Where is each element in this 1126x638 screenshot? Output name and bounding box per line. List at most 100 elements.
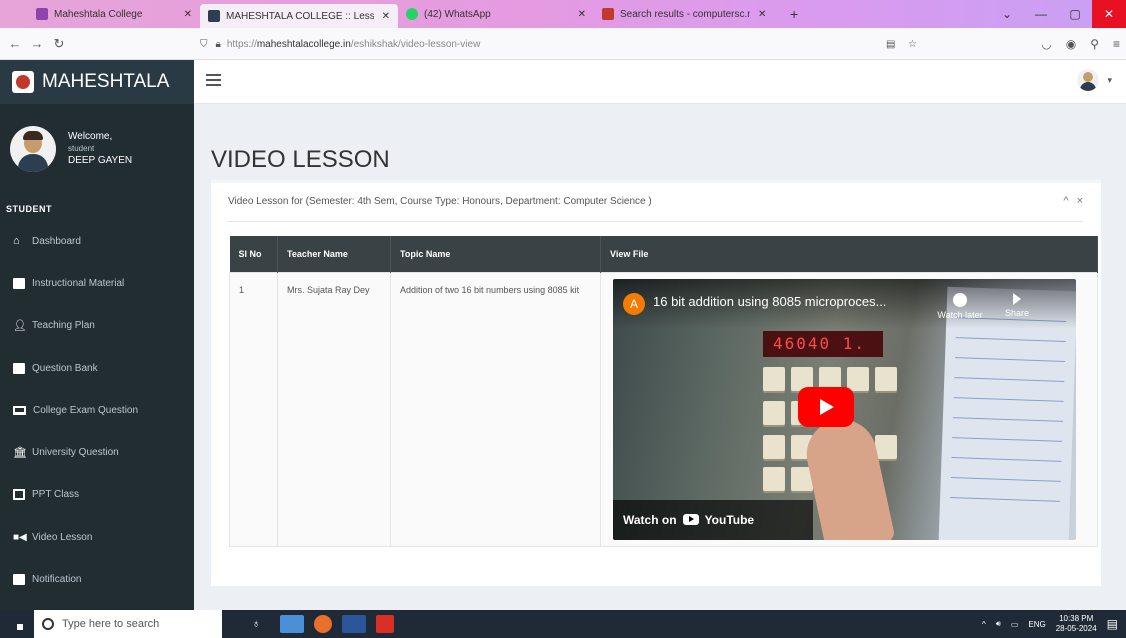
sidebar-item-university-question[interactable]: 🏛︎ University Question <box>0 431 194 473</box>
chevron-up-icon[interactable]: ^ <box>982 620 986 629</box>
sidebar-item-label: Video Lesson <box>32 531 93 543</box>
shield-icon: ⛉ <box>200 38 208 50</box>
cell-view-file: 46040 1. A 16 bit addition using 8085 mi… <box>600 271 1098 547</box>
youtube-video-embed[interactable]: 46040 1. A 16 bit addition using 8085 mi… <box>613 278 1076 540</box>
institution-icon: 🏛︎ <box>13 447 27 460</box>
user-menu[interactable]: ▾ <box>1077 69 1112 91</box>
play-button[interactable] <box>798 386 854 427</box>
hamburger-menu-icon[interactable] <box>206 74 221 86</box>
video-icon: ■◀ <box>13 531 27 543</box>
lock-icon: 🔒︎ <box>215 38 221 50</box>
tab-favicon-icon <box>36 8 48 20</box>
firefox-icon[interactable] <box>314 615 333 633</box>
sidebar-item-notification[interactable]: Notification <box>0 558 194 600</box>
sidebar-item-label: Question Bank <box>32 362 98 374</box>
sidebar-item-teaching-plan[interactable]: 👤︎ Teaching Plan <box>0 305 194 347</box>
remove-icon[interactable]: × <box>1077 195 1083 207</box>
avatar <box>10 126 56 172</box>
tab-title: (42) WhatsApp <box>424 8 491 20</box>
network-icon[interactable]: ▭ <box>1011 620 1019 629</box>
sidebar-item-question-bank[interactable]: Question Bank <box>0 347 194 389</box>
reader-view-icon[interactable]: ▤ <box>886 39 895 50</box>
browser-tab-bar: Maheshtala College ✕ MAHESHTALA COLLEGE … <box>0 0 1126 28</box>
clock[interactable]: 10:38 PM 28-05-2024 <box>1056 614 1097 634</box>
watch-later-button[interactable]: Watch later <box>935 292 985 321</box>
watch-on-youtube-button[interactable]: Watch on YouTube <box>613 499 813 540</box>
image-icon <box>13 489 25 501</box>
windows-icon <box>11 618 23 630</box>
account-icon[interactable]: ◉ <box>1066 37 1076 51</box>
forward-icon[interactable]: → <box>26 36 48 51</box>
file-explorer-icon[interactable] <box>280 615 305 633</box>
sidebar-item-instructional-material[interactable]: Instructional Material <box>0 262 194 304</box>
sidebar-item-label: College Exam Question <box>33 404 139 416</box>
tab-favicon-icon <box>208 10 220 22</box>
divider <box>228 221 1083 222</box>
language-indicator[interactable]: ENG <box>1028 620 1045 629</box>
user-info: Welcome, student DEEP GAYEN <box>68 131 132 167</box>
volume-icon[interactable]: 🔊︎ <box>996 619 1001 629</box>
extensions-icon[interactable]: ⚲ <box>1090 37 1099 51</box>
search-placeholder: Type here to search <box>62 618 160 630</box>
sidebar-item-ppt-class[interactable]: PPT Class <box>0 474 194 516</box>
browser-tab-active[interactable]: MAHESHTALA COLLEGE :: Lesso ✕ <box>200 4 398 28</box>
address-bar[interactable]: ⛉ 🔒︎ https:// maheshtalacollege.in /eshi… <box>200 34 917 54</box>
sidebar-item-video-lesson[interactable]: ■◀ Video Lesson <box>0 516 194 558</box>
word-icon[interactable] <box>342 615 367 633</box>
share-label: Share <box>1004 307 1030 318</box>
cell-teacher-name: Mrs. Sujata Ray Dey <box>277 271 391 547</box>
clock-icon <box>953 292 967 307</box>
sidebar-item-label: Notification <box>32 574 82 586</box>
tab-title: MAHESHTALA COLLEGE :: Lesso <box>226 10 374 22</box>
notifications-icon[interactable]: ▤ <box>1107 617 1118 631</box>
cell-topic-name: Addition of two 16 bit numbers using 808… <box>390 271 601 547</box>
microphone-icon[interactable]: ♁ <box>252 618 260 630</box>
window-close-icon[interactable]: ✕ <box>1092 0 1126 28</box>
browser-toolbar-right: ◡ ◉ ⚲ ≡ <box>1041 28 1120 60</box>
browser-tab[interactable]: (42) WhatsApp ✕ <box>398 0 594 28</box>
menu-icon[interactable]: ≡ <box>1113 37 1120 51</box>
main-header: ▾ <box>194 60 1126 104</box>
chevron-down-icon: ▾ <box>1107 74 1112 85</box>
tab-close-icon[interactable]: ✕ <box>184 9 192 20</box>
box-tools: ^ × <box>1063 195 1083 207</box>
acrobat-icon[interactable] <box>376 615 395 633</box>
reload-icon[interactable]: ↻ <box>48 36 70 52</box>
box-title: Video Lesson for (Semester: 4th Sem, Cou… <box>228 196 652 207</box>
tab-close-icon[interactable]: ✕ <box>382 11 390 22</box>
sidebar-item-college-exam-question[interactable]: College Exam Question <box>0 389 194 431</box>
channel-avatar[interactable]: A <box>623 292 645 315</box>
new-tab-icon[interactable]: + <box>790 6 798 22</box>
share-button[interactable]: Share <box>997 292 1037 319</box>
tab-close-icon[interactable]: ✕ <box>578 9 586 20</box>
youtube-label: YouTube <box>704 512 755 527</box>
user-name: DEEP GAYEN <box>68 155 133 166</box>
pocket-icon[interactable]: ◡ <box>1041 37 1051 51</box>
bookmark-star-icon[interactable]: ☆ <box>908 39 917 50</box>
tab-list-icon[interactable]: ⌄ <box>990 7 1024 21</box>
laptop-icon <box>13 405 26 415</box>
browser-tab[interactable]: Search results - computersc.m ✕ <box>594 0 784 28</box>
minimize-icon[interactable]: — <box>1024 7 1058 21</box>
collapse-icon[interactable]: ^ <box>1063 195 1068 207</box>
college-logo-icon <box>12 71 34 93</box>
sidebar-item-label: Dashboard <box>32 235 81 247</box>
share-icon <box>1013 292 1021 305</box>
sidebar-item-dashboard[interactable]: ⌂ Dashboard <box>0 220 194 262</box>
brand[interactable]: MAHESHTALA <box>0 60 194 104</box>
browser-tab[interactable]: Maheshtala College ✕ <box>0 0 200 28</box>
sidebar: MAHESHTALA Welcome, student DEEP GAYEN S… <box>0 60 194 610</box>
back-icon[interactable]: ← <box>4 36 26 51</box>
start-button[interactable] <box>0 610 34 638</box>
video-frame-display: 46040 1. <box>763 330 883 357</box>
avatar <box>1077 69 1100 91</box>
search-icon <box>42 618 54 630</box>
taskbar-search[interactable]: Type here to search <box>34 610 222 638</box>
video-title[interactable]: 16 bit addition using 8085 microproces..… <box>653 295 886 308</box>
window-controls: ⌄ — ▢ ✕ <box>990 0 1126 28</box>
tab-close-icon[interactable]: ✕ <box>758 9 766 20</box>
column-header: Teacher Name <box>277 236 391 272</box>
watch-later-label: Watch later <box>937 309 983 320</box>
table-row: 1 Mrs. Sujata Ray Dey Addition of two 16… <box>229 271 1098 547</box>
maximize-icon[interactable]: ▢ <box>1058 7 1092 21</box>
